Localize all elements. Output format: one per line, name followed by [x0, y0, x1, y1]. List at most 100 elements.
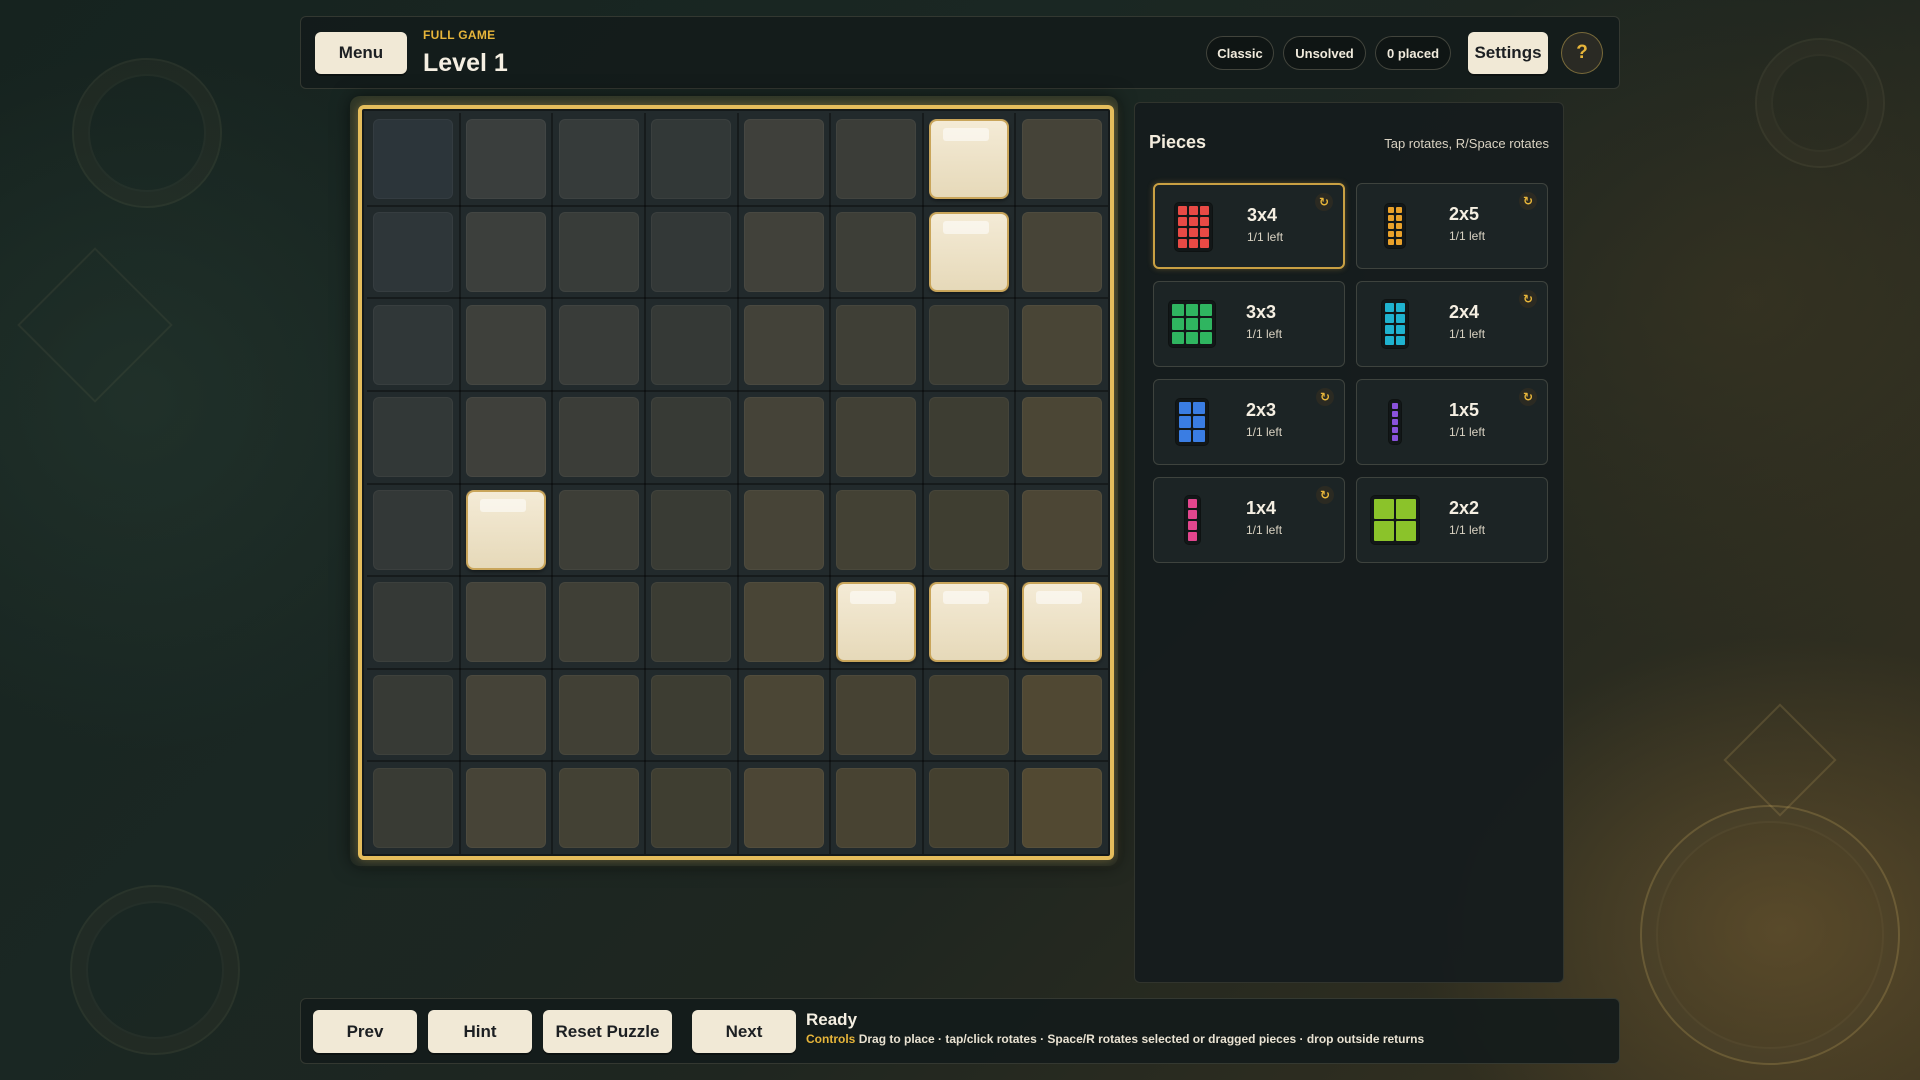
board-cell[interactable] [743, 397, 824, 478]
grid-line [829, 113, 832, 854]
board-cell[interactable] [929, 767, 1010, 848]
board-cell[interactable] [743, 489, 824, 570]
piece-card-2x4[interactable]: 2x4 1/1 left ↻ [1356, 281, 1548, 367]
piece-card-1x4[interactable]: 1x4 1/1 left ↻ [1153, 477, 1345, 563]
piece-name: 2x4 [1449, 302, 1480, 322]
board-cell[interactable] [651, 304, 732, 385]
board-cell[interactable] [651, 582, 732, 663]
rotate-icon[interactable]: ↻ [1519, 192, 1537, 210]
background-medallion-bottom-right [1640, 805, 1900, 1065]
board-cell[interactable] [465, 582, 546, 663]
board-cell[interactable] [558, 211, 639, 292]
board-cell[interactable] [743, 582, 824, 663]
piece-card-3x4[interactable]: 3x4 1/1 left ↻ [1153, 183, 1345, 269]
game-mode-subtitle: FULL GAME [423, 28, 496, 42]
board-grid[interactable] [367, 113, 1108, 855]
pieces-panel-title: Pieces [1149, 132, 1207, 152]
board-cell[interactable] [558, 119, 639, 200]
grid-line [367, 575, 1108, 578]
board-cell[interactable] [836, 397, 917, 478]
board-cell[interactable] [743, 675, 824, 756]
board-cell[interactable] [743, 211, 824, 292]
board-cell[interactable] [651, 675, 732, 756]
board-cell[interactable] [651, 119, 732, 200]
board-cell[interactable] [373, 397, 454, 478]
piece-preview [1367, 198, 1423, 254]
rotate-icon[interactable]: ↻ [1519, 290, 1537, 308]
board-cell[interactable] [1021, 675, 1102, 756]
board-cell[interactable] [836, 767, 917, 848]
board-cell[interactable] [373, 211, 454, 292]
board-cell[interactable] [929, 489, 1010, 570]
level-title: Level 1 [423, 49, 508, 77]
next-button[interactable]: Next [692, 1010, 796, 1053]
board-cell[interactable] [558, 304, 639, 385]
rotate-icon[interactable]: ↻ [1519, 388, 1537, 406]
board-cell[interactable] [743, 119, 824, 200]
board-cell[interactable] [558, 675, 639, 756]
board-cell[interactable] [836, 304, 917, 385]
rotate-icon[interactable]: ↻ [1316, 486, 1334, 504]
piece-remaining-count: 1/1 left [1449, 229, 1486, 243]
board-cell[interactable] [836, 489, 917, 570]
board-cell[interactable] [743, 304, 824, 385]
board-cell[interactable] [373, 582, 454, 663]
menu-button[interactable]: Menu [315, 32, 407, 74]
rotate-icon[interactable]: ↻ [1315, 193, 1333, 211]
board-cell[interactable] [929, 675, 1010, 756]
blocked-cell [465, 489, 546, 570]
board-cell[interactable] [465, 675, 546, 756]
bottom-bar: Prev Hint Reset Puzzle Next Ready Contro… [300, 998, 1620, 1064]
piece-remaining-count: 1/1 left [1246, 523, 1283, 537]
board-cell[interactable] [929, 397, 1010, 478]
board-cell[interactable] [651, 489, 732, 570]
board-cell[interactable] [1021, 211, 1102, 292]
piece-card-2x5[interactable]: 2x5 1/1 left ↻ [1356, 183, 1548, 269]
board-cell[interactable] [465, 211, 546, 292]
reset-puzzle-button[interactable]: Reset Puzzle [543, 1010, 672, 1053]
piece-preview [1164, 296, 1220, 352]
settings-button[interactable]: Settings [1468, 32, 1548, 74]
board-cell[interactable] [1021, 767, 1102, 848]
hint-button[interactable]: Hint [428, 1010, 532, 1053]
board-cell[interactable] [651, 211, 732, 292]
grid-line [367, 482, 1108, 485]
board-cell[interactable] [836, 675, 917, 756]
board-cell[interactable] [1021, 489, 1102, 570]
board-cell[interactable] [558, 397, 639, 478]
help-button[interactable]: ? [1561, 32, 1603, 74]
board-cell[interactable] [373, 489, 454, 570]
prev-button[interactable]: Prev [313, 1010, 417, 1053]
board-cell[interactable] [651, 767, 732, 848]
piece-name: 2x3 [1246, 400, 1277, 420]
board-cell[interactable] [465, 397, 546, 478]
board-cell[interactable] [373, 304, 454, 385]
board-cell[interactable] [558, 489, 639, 570]
piece-card-3x3[interactable]: 3x3 1/1 left [1153, 281, 1345, 367]
board-cell[interactable] [1021, 119, 1102, 200]
board-cell[interactable] [1021, 397, 1102, 478]
piece-card-1x5[interactable]: 1x5 1/1 left ↻ [1356, 379, 1548, 465]
board-cell[interactable] [836, 119, 917, 200]
board-cell[interactable] [558, 767, 639, 848]
blocked-cell [836, 582, 917, 663]
puzzle-board[interactable] [358, 105, 1114, 860]
board-cell[interactable] [373, 119, 454, 200]
board-cell[interactable] [465, 119, 546, 200]
board-cell[interactable] [929, 304, 1010, 385]
board-cell[interactable] [465, 767, 546, 848]
board-cell[interactable] [373, 767, 454, 848]
board-cell[interactable] [373, 675, 454, 756]
piece-card-2x3[interactable]: 2x3 1/1 left ↻ [1153, 379, 1345, 465]
board-cell[interactable] [1021, 304, 1102, 385]
board-cell[interactable] [465, 304, 546, 385]
board-cell[interactable] [743, 767, 824, 848]
board-cell[interactable] [558, 582, 639, 663]
rotate-icon[interactable]: ↻ [1316, 388, 1334, 406]
mode-pill: Classic [1206, 36, 1274, 70]
top-bar: Menu FULL GAME Level 1 Classic Unsolved … [300, 16, 1620, 89]
background-medallion-bottom-left [70, 885, 240, 1055]
piece-card-2x2[interactable]: 2x2 1/1 left [1356, 477, 1548, 563]
board-cell[interactable] [836, 211, 917, 292]
board-cell[interactable] [651, 397, 732, 478]
